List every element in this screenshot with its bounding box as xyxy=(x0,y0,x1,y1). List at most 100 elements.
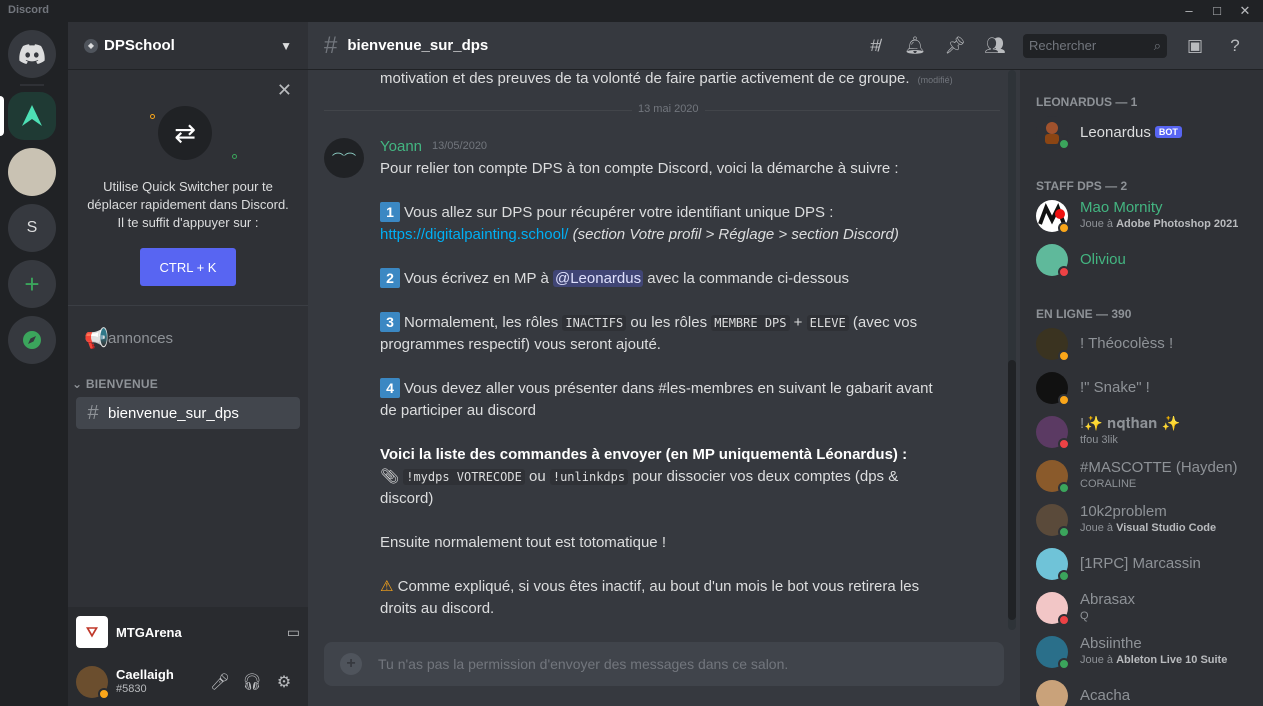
channel-label: bienvenue_sur_dps xyxy=(108,404,239,422)
notification-bell-icon[interactable]: 🔔︎ xyxy=(903,34,927,58)
warning-icon: ⚠ xyxy=(380,578,394,595)
channel-topbar: # bienvenue_sur_dps #̸ 🔔︎ 📌︎ 👥︎ ⌕ ▣ ? xyxy=(308,22,1263,70)
inbox-icon[interactable]: ▣ xyxy=(1183,34,1207,58)
member-name: Abrasax xyxy=(1080,592,1136,608)
idle-status-icon xyxy=(1058,394,1070,406)
explore-servers-icon[interactable] xyxy=(8,316,56,364)
server-boost-icon: ◆ xyxy=(84,38,98,53)
screen-share-icon[interactable]: ▭ xyxy=(287,624,300,641)
user-panel: Caellaigh #5830 🎤︎ 🎧︎ ⚙ xyxy=(68,657,308,706)
channel-annonces[interactable]: 📢 annonces xyxy=(76,322,300,354)
discord-home-icon[interactable] xyxy=(8,30,56,78)
commands-block: Voici la liste des commandes à envoyer (… xyxy=(380,444,940,510)
member-list-icon[interactable]: 👥︎ xyxy=(983,34,1007,58)
warning-line: ⚠ Comme expliqué, si vous êtes inactif, … xyxy=(380,576,940,620)
settings-gear-icon[interactable]: ⚙ xyxy=(268,666,300,698)
activity-game: Ableton Live 10 Suite xyxy=(1116,654,1228,666)
member-category: STAFF DPS — 2 xyxy=(1036,179,1128,193)
ctrl-k-button[interactable]: CTRL + K xyxy=(140,248,236,286)
member-item[interactable]: [1RPC] Marcassin xyxy=(1028,543,1254,585)
member-item[interactable]: Mao Mornity Joue à Adobe Photoshop 2021 xyxy=(1028,195,1254,237)
message-list: motivation et des preuves de ta volonté … xyxy=(308,70,1020,630)
online-status-icon xyxy=(1058,482,1070,494)
channel-bienvenue-sur-dps[interactable]: # bienvenue_sur_dps xyxy=(76,397,300,429)
step-text: ou les rôles xyxy=(630,314,708,331)
scrollbar[interactable] xyxy=(1008,70,1016,630)
member-item[interactable]: Abrasax Q xyxy=(1028,587,1254,629)
user-mention[interactable]: @Leonardus xyxy=(552,270,644,287)
server-name: DPSchool xyxy=(104,37,175,54)
avatar[interactable] xyxy=(76,665,110,700)
member-item[interactable]: Acacha xyxy=(1028,675,1254,706)
member-item[interactable]: !" Snake" ! xyxy=(1028,367,1254,409)
activity-prefix: Joue à xyxy=(1080,218,1114,230)
chat-area: # bienvenue_sur_dps #̸ 🔔︎ 📌︎ 👥︎ ⌕ ▣ ? mo… xyxy=(308,22,1263,706)
member-activity: Joue à Adobe Photoshop 2021 xyxy=(1080,216,1238,232)
avatar xyxy=(1036,548,1070,582)
hash-icon: # xyxy=(324,31,338,59)
microphone-icon[interactable]: 🎤︎ xyxy=(204,666,236,698)
attach-plus-icon: + xyxy=(340,653,362,675)
member-item[interactable]: 10k2problem Joue à Visual Studio Code xyxy=(1028,499,1254,541)
member-item[interactable]: #MASCOTTE (Hayden) CORALINE xyxy=(1028,455,1254,497)
member-activity: Joue à Visual Studio Code xyxy=(1080,520,1216,536)
add-server-icon[interactable]: + xyxy=(8,260,56,308)
member-item[interactable]: Oliviou xyxy=(1028,239,1254,281)
scrollbar-thumb[interactable] xyxy=(1008,360,1016,620)
online-status-icon xyxy=(1058,526,1070,538)
dnd-status-icon xyxy=(1058,438,1070,450)
quick-switcher-tip: ✕ ⇄ Utilise Quick Switcher pour te dépla… xyxy=(68,70,308,306)
hash-icon: # xyxy=(87,401,99,424)
maximize-icon[interactable]: □ xyxy=(1206,2,1228,20)
server-header[interactable]: ◆ DPSchool ▼ xyxy=(68,22,308,70)
category-bienvenue[interactable]: ⌄ BIENVENUE xyxy=(72,377,158,391)
dpschool-server-icon[interactable] xyxy=(8,92,56,140)
mtgarena-icon: ⛛ xyxy=(76,616,108,648)
keycap-2-icon: 2 xyxy=(380,268,400,288)
server-icon-2[interactable] xyxy=(8,148,56,196)
threads-icon[interactable]: #̸ xyxy=(863,34,887,58)
member-name: ! Théocolèss ! xyxy=(1080,336,1174,352)
user-info[interactable]: Caellaigh #5830 xyxy=(116,667,204,696)
server-list: S + xyxy=(0,22,68,706)
step-text: Vous devez aller vous présenter dans #le… xyxy=(380,380,933,419)
member-item[interactable]: Leonardus BOT xyxy=(1028,111,1254,153)
step-4: 4 Vous devez aller vous présenter dans #l… xyxy=(380,378,940,422)
member-item[interactable]: !✨ 𝐧𝐪𝐭𝐡𝐚𝐧 ✨ tfou 3lik xyxy=(1028,411,1254,453)
member-activity: Joue à Ableton Live 10 Suite xyxy=(1080,652,1227,668)
avatar[interactable]: ⌒⌒ xyxy=(324,138,364,178)
avatar xyxy=(1036,244,1070,278)
switch-arrows-icon: ⇄ xyxy=(158,106,212,160)
member-name: Acacha xyxy=(1080,688,1131,704)
role-code: MEMBRE DPS xyxy=(711,315,790,331)
server-icon-s[interactable]: S xyxy=(8,204,56,252)
member-name: Mao Mornity xyxy=(1080,200,1163,216)
activity-prefix: Joue à xyxy=(1080,654,1114,666)
member-item[interactable]: ! Théocolèss ! xyxy=(1028,323,1254,365)
avatar xyxy=(1036,116,1070,150)
close-window-icon[interactable]: ✕ xyxy=(1234,2,1256,20)
pin-icon[interactable]: 📌︎ xyxy=(943,34,967,58)
avatar xyxy=(1036,592,1070,626)
member-list: LEONARDUS — 1 Leonardus BOT STAFF DPS — 2… xyxy=(1020,70,1263,706)
step-text: Normalement, les rôles xyxy=(404,314,559,331)
channel-label: annonces xyxy=(108,329,174,347)
member-item[interactable]: Absiinthe Joue à Ableton Live 10 Suite xyxy=(1028,631,1254,673)
step-text: ou xyxy=(528,468,546,485)
message-timestamp: 13/05/2020 xyxy=(432,140,488,152)
headphones-icon[interactable]: 🎧︎ xyxy=(236,666,268,698)
quick-switcher-text: Utilise Quick Switcher pour te déplacer … xyxy=(87,179,289,230)
activity-panel: ⛛ MTGArena ▭ xyxy=(68,607,308,657)
help-icon[interactable]: ? xyxy=(1223,34,1247,58)
search-input-wrapper[interactable]: ⌕ xyxy=(1023,33,1167,58)
plus-sign: + xyxy=(793,314,803,331)
avatar xyxy=(1036,636,1070,670)
app-title: Discord xyxy=(8,4,49,16)
keycap-1-icon: 1 xyxy=(380,202,400,222)
message-author[interactable]: Yoann xyxy=(380,138,422,155)
dps-link[interactable]: https://digitalpainting.school/ xyxy=(380,226,568,243)
search-input[interactable] xyxy=(1029,38,1139,53)
close-tip-icon[interactable]: ✕ xyxy=(277,80,292,101)
minimize-icon[interactable]: – xyxy=(1178,2,1200,20)
command-code: !mydps VOTRECODE xyxy=(403,469,525,485)
